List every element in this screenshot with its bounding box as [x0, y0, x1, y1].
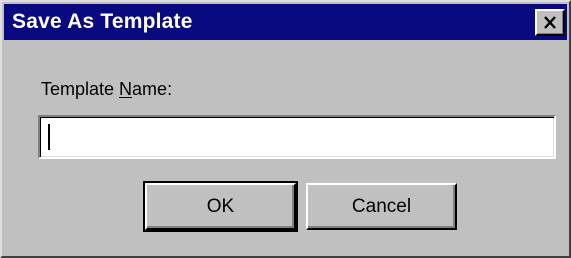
- close-button[interactable]: [535, 9, 565, 36]
- title-bar[interactable]: Save As Template: [4, 4, 567, 40]
- label-prefix: Template: [41, 79, 120, 99]
- label-mnemonic: N: [119, 79, 133, 99]
- cancel-button[interactable]: Cancel: [306, 183, 457, 230]
- dialog-title: Save As Template: [12, 10, 193, 33]
- template-name-input[interactable]: [38, 115, 556, 159]
- template-name-label: Template Name:: [41, 78, 172, 100]
- label-suffix: ame:: [132, 79, 173, 99]
- ok-button[interactable]: OK: [143, 181, 298, 232]
- close-icon: [543, 16, 557, 29]
- save-as-template-dialog: Save As Template Template Name: OK Cance…: [0, 0, 571, 258]
- text-caret: [48, 124, 50, 150]
